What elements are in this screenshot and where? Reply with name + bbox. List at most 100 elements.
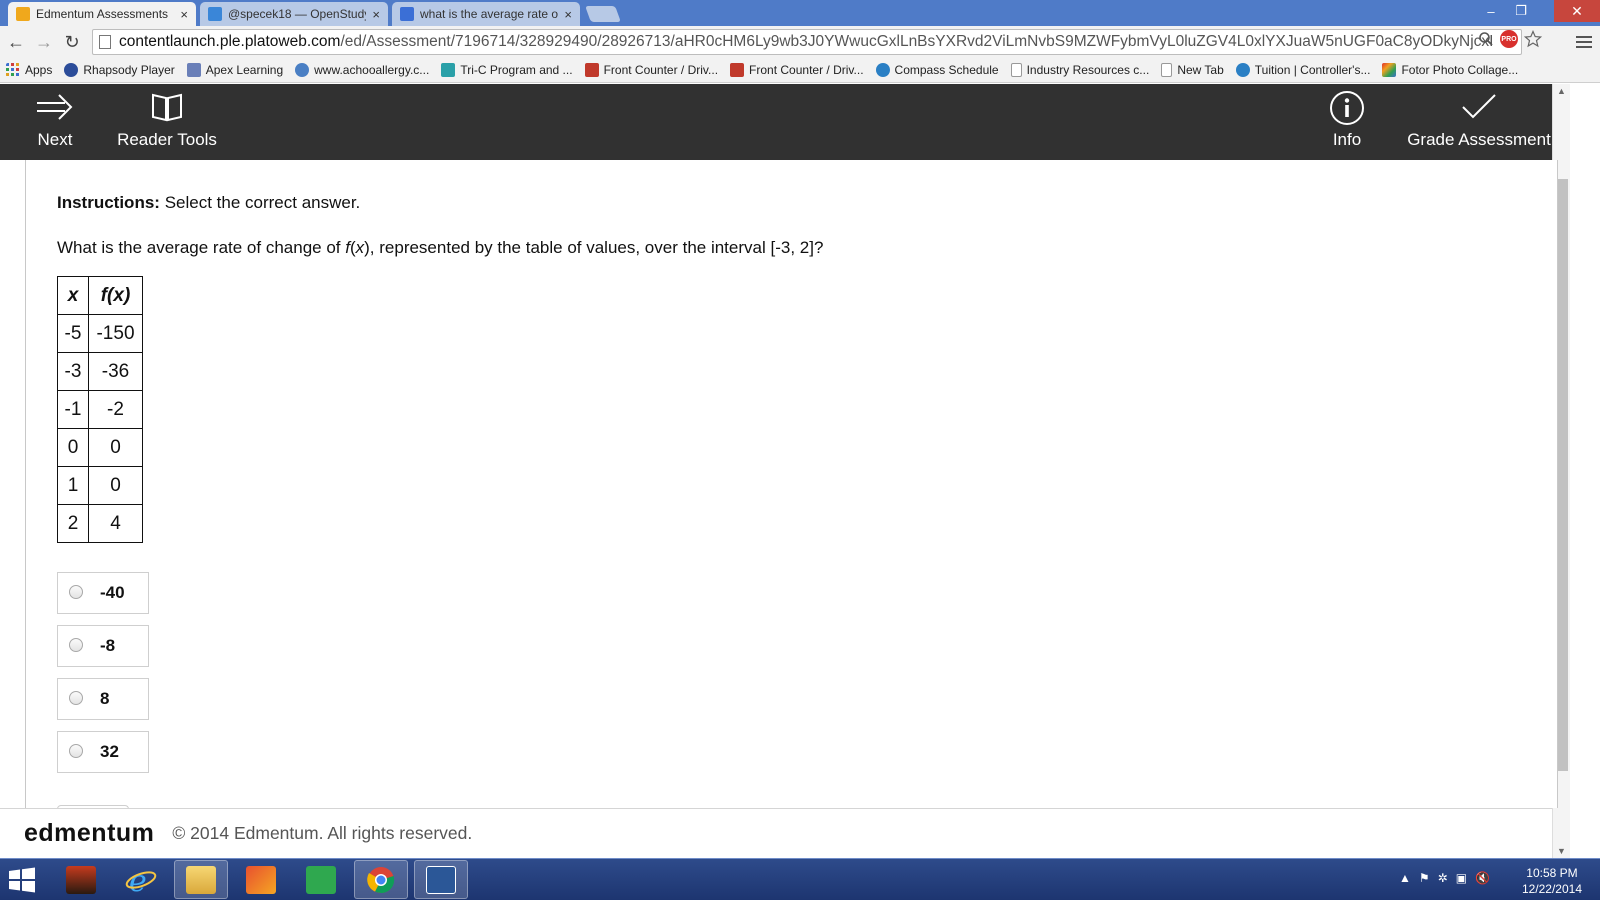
- edmentum-favicon-icon: [16, 7, 30, 21]
- page-icon: [1161, 63, 1173, 77]
- reader-tools-button[interactable]: Reader Tools: [114, 84, 220, 160]
- grade-assessment-button[interactable]: Grade Assessment: [1404, 84, 1554, 160]
- url-host: contentlaunch.ple.platoweb.com: [119, 33, 341, 50]
- minimize-button[interactable]: –: [1478, 0, 1504, 22]
- info-icon: [1330, 91, 1364, 125]
- clock-time: 10:58 PM: [1526, 866, 1578, 880]
- pro-extension-icon[interactable]: PRO: [1500, 30, 1518, 48]
- browser-tab-strip: Edmentum Assessments × @specek18 — OpenS…: [0, 0, 1600, 26]
- close-window-button[interactable]: ✕: [1554, 0, 1600, 22]
- info-button[interactable]: Info: [1322, 84, 1372, 160]
- browser-toolbar: ← → ↻ contentlaunch.ple.platoweb.com/ed/…: [0, 26, 1600, 58]
- answer-choice-c[interactable]: 8: [57, 678, 149, 720]
- prompt-variable: x: [355, 238, 365, 257]
- page-icon: [99, 35, 111, 49]
- prompt-text-after: ), represented by the table of values, o…: [364, 238, 824, 257]
- checkmark-icon: [1462, 94, 1496, 119]
- system-clock[interactable]: 10:58 PM 12/22/2014: [1522, 865, 1582, 897]
- table-cell-x: -5: [57, 314, 89, 353]
- address-bar[interactable]: contentlaunch.ple.platoweb.com/ed/Assess…: [92, 29, 1522, 55]
- action-center-flag-icon[interactable]: ⚑: [1419, 871, 1430, 885]
- rhapsody-icon: [64, 63, 79, 77]
- tray-expand-icon[interactable]: ▲: [1399, 871, 1411, 885]
- bookmark-label: Tuition | Controller's...: [1254, 63, 1371, 77]
- bookmark-industry-resources[interactable]: Industry Resources c...: [1010, 63, 1150, 77]
- radio-button[interactable]: [69, 691, 83, 705]
- scroll-down-icon[interactable]: ▼: [1557, 846, 1566, 856]
- bookmark-apex[interactable]: Apex Learning: [186, 63, 283, 77]
- bookmark-apps[interactable]: Apps: [6, 63, 52, 77]
- scroll-up-icon[interactable]: ▲: [1557, 86, 1566, 96]
- svg-text:e: e: [129, 865, 147, 895]
- taskbar-file-explorer[interactable]: [174, 860, 228, 899]
- bookmark-label: Industry Resources c...: [1026, 63, 1150, 77]
- front-counter-icon: [730, 63, 745, 77]
- word-icon: [426, 865, 456, 894]
- taskbar-internet-explorer[interactable]: e: [114, 860, 168, 899]
- chrome-menu-icon[interactable]: [1576, 32, 1592, 52]
- windows-start-icon[interactable]: [8, 867, 36, 893]
- new-tab-button[interactable]: [585, 6, 621, 22]
- taskbar-word[interactable]: [414, 860, 468, 899]
- internet-explorer-icon: e: [125, 865, 157, 895]
- bookmark-front-counter-2[interactable]: Front Counter / Driv...: [730, 63, 864, 77]
- network-icon[interactable]: ▣: [1456, 871, 1467, 885]
- answer-choice-b[interactable]: -8: [57, 625, 149, 667]
- tab-close-icon[interactable]: ×: [180, 7, 188, 22]
- table-cell-x: -3: [57, 352, 89, 391]
- tab-edmentum-assessments[interactable]: Edmentum Assessments ×: [8, 2, 196, 26]
- radio-button[interactable]: [69, 744, 83, 758]
- apps-grid-icon: [6, 63, 19, 76]
- bookmark-compass[interactable]: Compass Schedule: [875, 63, 999, 77]
- windows-taskbar: e ▲ ⚑ ✲ ▣ 🔇 10:58 PM 12/22/2014: [0, 858, 1600, 900]
- achooallergy-icon: [295, 63, 310, 77]
- radio-button[interactable]: [69, 638, 83, 652]
- table-cell-fx: 0: [88, 428, 143, 467]
- table-row: 10: [57, 466, 143, 505]
- bookmark-rhapsody[interactable]: Rhapsody Player: [64, 63, 175, 77]
- address-bar-actions: PRO: [1478, 30, 1542, 48]
- apex-icon: [186, 63, 201, 77]
- forward-button[interactable]: →: [32, 30, 56, 54]
- radio-button[interactable]: [69, 585, 83, 599]
- answer-choice-a[interactable]: -40: [57, 572, 149, 614]
- bookmark-new-tab[interactable]: New Tab: [1161, 63, 1224, 77]
- bookmark-achooallergy[interactable]: www.achooallergy.c...: [295, 63, 429, 77]
- restore-button[interactable]: ❐: [1508, 0, 1534, 22]
- bookmark-tuition[interactable]: Tuition | Controller's...: [1235, 63, 1371, 77]
- tric-icon: [441, 63, 456, 77]
- taskbar-store[interactable]: [294, 860, 348, 899]
- tab-close-icon[interactable]: ×: [372, 7, 380, 22]
- tab-google-search[interactable]: what is the average rate of ×: [392, 2, 580, 26]
- book-icon: [152, 93, 182, 122]
- answer-choice-label: -40: [100, 583, 125, 602]
- taskbar-game-app[interactable]: [54, 860, 108, 899]
- question-prompt: What is the average rate of change of f(…: [57, 238, 823, 258]
- bookmark-star-icon[interactable]: [1524, 30, 1542, 48]
- taskbar-media-app[interactable]: [234, 860, 288, 899]
- taskbar-chrome[interactable]: [354, 860, 408, 899]
- answer-choice-d[interactable]: 32: [57, 731, 149, 773]
- table-header-fx: f(x): [88, 276, 143, 315]
- next-label: Next: [37, 130, 73, 149]
- zoom-icon[interactable]: [1478, 31, 1494, 47]
- table-row: 24: [57, 504, 143, 543]
- bookmark-front-counter-1[interactable]: Front Counter / Driv...: [584, 63, 718, 77]
- volume-muted-icon[interactable]: 🔇: [1475, 871, 1490, 885]
- bookmark-tric[interactable]: Tri-C Program and ...: [441, 63, 573, 77]
- table-cell-x: -1: [57, 390, 89, 429]
- prompt-text-before: What is the average rate of change of: [57, 238, 346, 257]
- tab-close-icon[interactable]: ×: [564, 7, 572, 22]
- reload-button[interactable]: ↻: [60, 30, 84, 54]
- next-button[interactable]: Next: [30, 84, 80, 160]
- tab-openstudy[interactable]: @specek18 — OpenStudy ×: [200, 2, 388, 26]
- page-footer: edmentum © 2014 Edmentum. All rights res…: [0, 808, 1552, 858]
- table-header-x: x: [57, 276, 89, 315]
- table-cell-x: 2: [57, 504, 89, 543]
- chrome-icon: [367, 866, 395, 893]
- back-button[interactable]: ←: [4, 30, 28, 54]
- tray-app-icon[interactable]: ✲: [1438, 871, 1448, 885]
- tab-title: Edmentum Assessments: [36, 7, 169, 21]
- bookmark-fotor[interactable]: Fotor Photo Collage...: [1382, 63, 1518, 77]
- bookmark-label: Apps: [25, 63, 53, 77]
